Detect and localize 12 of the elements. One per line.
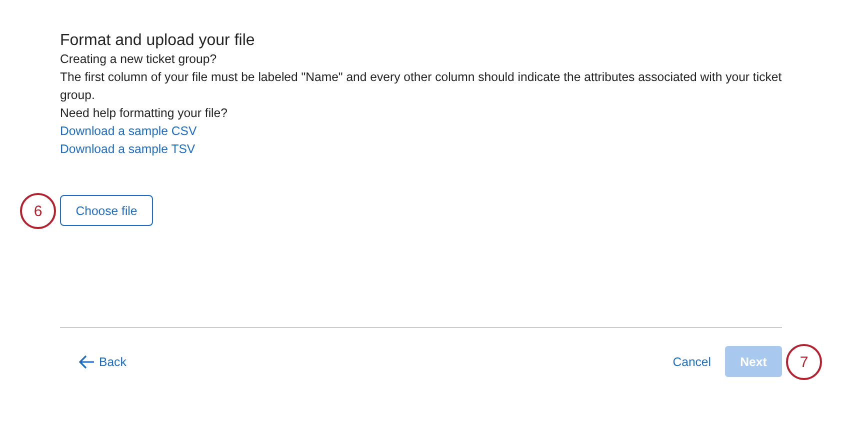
cancel-button[interactable]: Cancel <box>672 354 711 368</box>
download-link[interactable]: Download a sample CSV <box>60 122 197 140</box>
back-button[interactable]: Back <box>79 354 126 368</box>
step-callout: 6 <box>20 193 56 229</box>
step-callout: 7 <box>786 344 822 380</box>
instruction-text: The first column of your file must be labeled "Name" and every other column should indicate the attributes associated with your ticket group. <box>60 69 782 104</box>
page-heading: Format and upload your file <box>60 31 256 46</box>
instruction-text: Need help formatting your file? <box>60 105 228 122</box>
download-link[interactable]: Download a sample TSV <box>60 140 196 158</box>
instruction-text: Creating a new ticket group? <box>60 51 217 68</box>
choose-file-button[interactable]: Choose file <box>60 195 153 226</box>
arrow-left-icon <box>79 354 95 368</box>
